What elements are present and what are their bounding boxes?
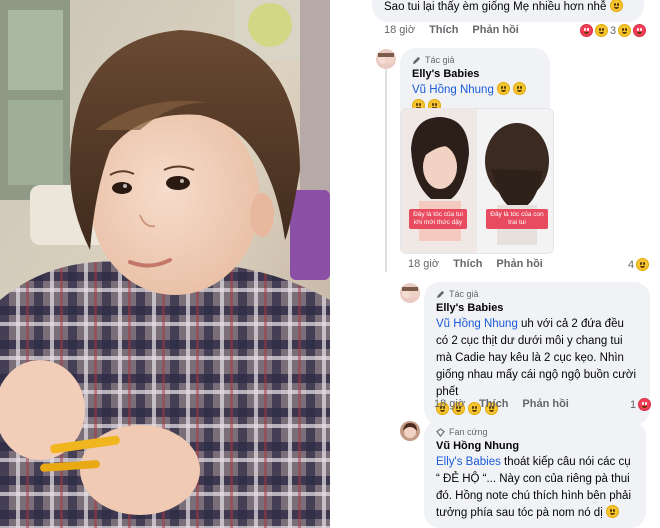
rofl-emoji-icon	[497, 82, 511, 95]
pen-icon	[436, 290, 445, 298]
image-caption: Đây là tóc của tui khi mới thức dậy	[409, 209, 467, 229]
haha-reaction-icon	[595, 24, 608, 37]
reaction-summary[interactable]: 4	[628, 258, 650, 271]
fan-badge: Fan cứng	[436, 426, 634, 438]
mention-link[interactable]: Vũ Hồng Nhung	[412, 84, 494, 96]
pen-icon	[412, 56, 421, 64]
comment-text: uh với cả 2 đứa đều có 2 cục thịt dư dướ…	[436, 318, 637, 398]
thread-connector	[385, 66, 387, 272]
author-avatar[interactable]	[376, 49, 396, 69]
comment-author[interactable]: Elly's Babies	[412, 67, 538, 82]
reaction-summary[interactable]: 1	[630, 398, 652, 411]
comment-text: Sao tui lại thấy èm giống Mẹ nhiều hơn n…	[384, 1, 607, 13]
author-avatar[interactable]	[400, 283, 420, 303]
reply-button[interactable]: Phản hồi	[522, 398, 568, 410]
comment-thread: Sao tui lại thấy èm giống Mẹ nhiều hơn n…	[336, 0, 660, 528]
comment-bubble: Fan cứng Vũ Hồng Nhung Elly's Babies tho…	[424, 420, 646, 528]
reaction-summary[interactable]: 3	[580, 24, 647, 37]
reply-button[interactable]: Phản hồi	[472, 24, 518, 36]
badge-label: Fan cứng	[449, 427, 488, 437]
reaction-count: 1	[630, 398, 637, 411]
reaction-count: 4	[628, 258, 635, 271]
comment-time: 18 giờ	[434, 398, 466, 410]
love-reaction-icon	[638, 398, 652, 411]
reaction-count: 3	[610, 24, 617, 37]
badge-label: Tác giả	[449, 289, 479, 299]
attached-image[interactable]: Đây là tóc của tui khi mới thức dậy Đây …	[400, 108, 554, 254]
author-badge: Tác giả	[412, 54, 538, 66]
image-caption: Đây là tóc của con trai tui	[486, 209, 548, 229]
mention-link[interactable]: Vũ Hồng Nhung	[436, 318, 518, 330]
comment-author[interactable]: Elly's Babies	[436, 301, 638, 316]
comment-bubble: Sao tui lại thấy èm giống Mẹ nhiều hơn n…	[372, 0, 644, 22]
love-reaction-icon	[580, 24, 593, 37]
haha-reaction-icon	[636, 258, 650, 271]
haha-reaction-icon	[618, 24, 632, 37]
like-button[interactable]: Thích	[479, 398, 508, 410]
comment-actions: 18 giờ Thích Phản hồi	[384, 24, 519, 36]
badge-label: Tác giả	[425, 55, 455, 65]
user-avatar[interactable]	[400, 421, 420, 441]
diamond-icon	[436, 427, 445, 437]
like-button[interactable]: Thích	[429, 24, 458, 36]
like-button[interactable]: Thích	[453, 258, 482, 270]
comment-time: 18 giờ	[408, 258, 440, 270]
mention-link[interactable]: Elly's Babies	[436, 456, 501, 468]
comment-actions: 18 giờ Thích Phản hồi	[408, 258, 543, 270]
reply-button[interactable]: Phản hồi	[496, 258, 542, 270]
laughing-emoji-icon	[609, 0, 623, 12]
comment-time: 18 giờ	[384, 24, 416, 36]
comment-actions: 18 giờ Thích Phản hồi	[434, 398, 569, 410]
author-badge: Tác giả	[436, 288, 638, 300]
smile-emoji-icon	[605, 505, 619, 518]
rofl-emoji-icon	[513, 82, 527, 95]
love-reaction-icon	[633, 24, 647, 37]
child-photo	[0, 0, 330, 528]
comment-author[interactable]: Vũ Hồng Nhung	[436, 439, 634, 454]
